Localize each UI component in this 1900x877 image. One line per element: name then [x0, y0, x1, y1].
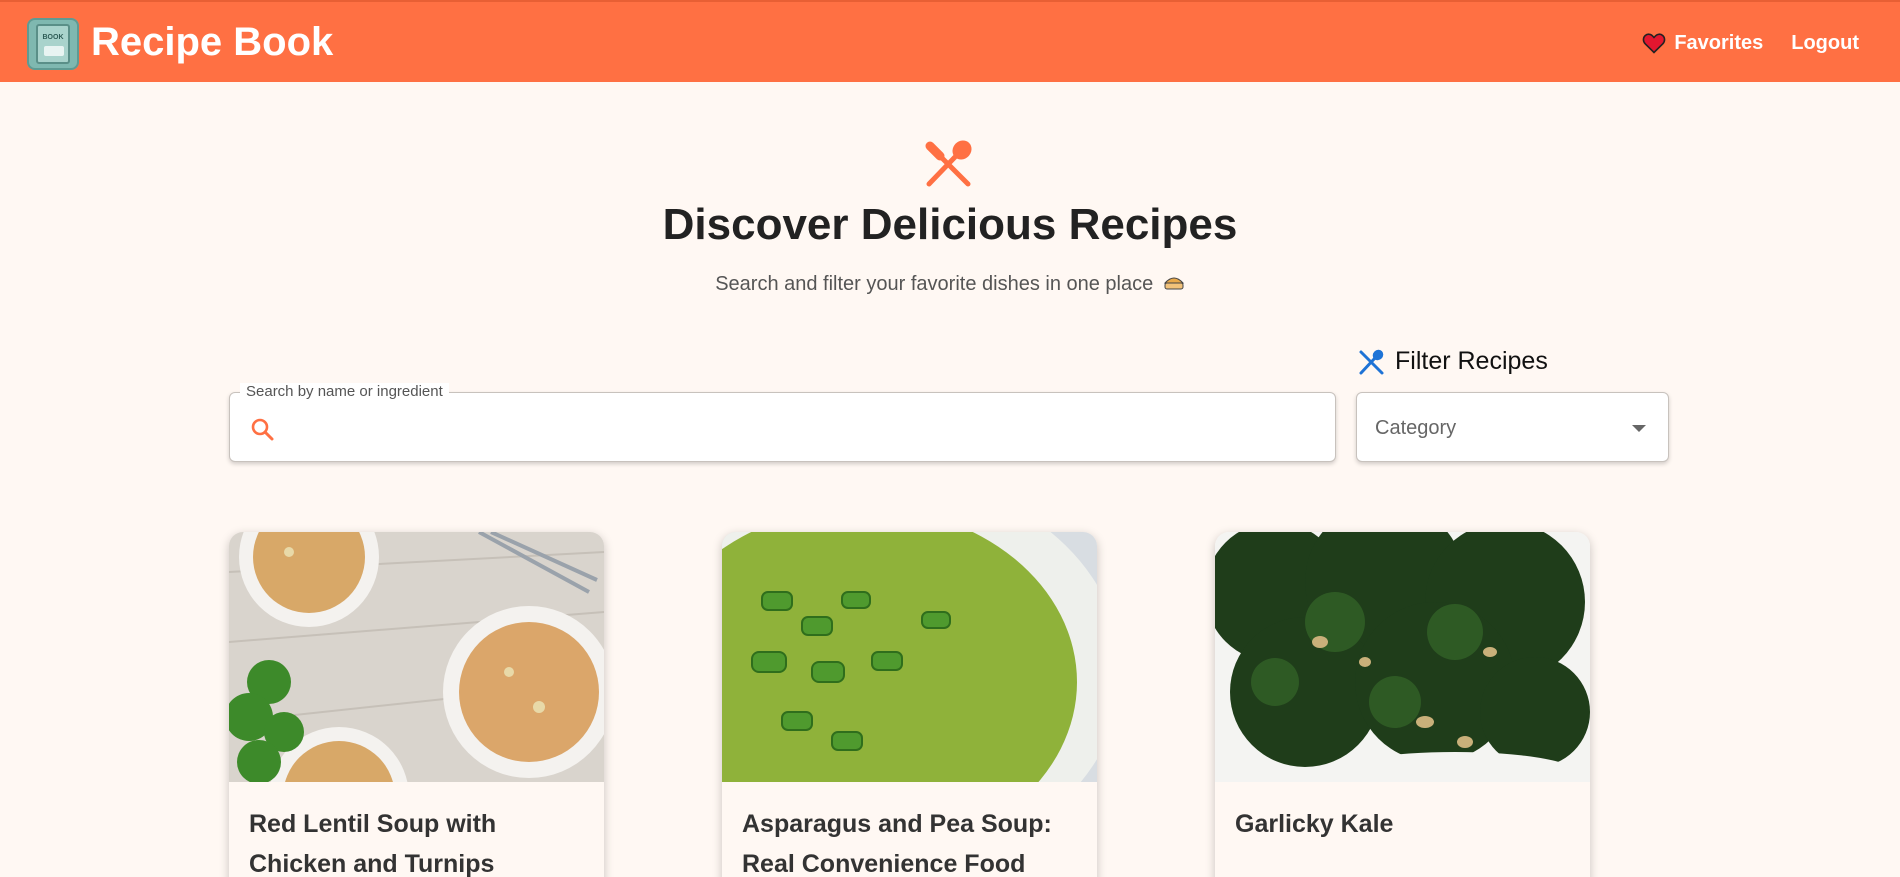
category-select[interactable]: Category: [1356, 392, 1669, 462]
chevron-down-icon: [1632, 425, 1646, 432]
app-title[interactable]: Recipe Book: [91, 20, 333, 65]
pie-emoji-icon: [1163, 277, 1184, 290]
app-bar: BOOK Recipe Book Favorites Logout: [0, 0, 1900, 82]
filter-heading-label: Filter Recipes: [1395, 347, 1548, 375]
red-lentil-soup-photo: [229, 532, 604, 782]
heart-icon: [1642, 33, 1666, 54]
top-nav: Favorites Logout: [1642, 2, 1859, 84]
filter-heading: Filter Recipes: [1357, 347, 1548, 376]
favorites-label: Favorites: [1674, 31, 1764, 54]
logo-text: BOOK: [42, 34, 64, 41]
recipe-title: Garlicky Kale: [1235, 810, 1394, 838]
page-subtitle: Search and filter your favorite dishes i…: [0, 273, 1900, 296]
recipe-card[interactable]: Red Lentil Soup with Chicken and Turnips: [229, 532, 604, 877]
category-placeholder: Category: [1375, 417, 1457, 439]
recipe-title: Asparagus and Pea Soup: Real Convenience…: [742, 810, 1052, 877]
page-title: Discover Delicious Recipes: [662, 200, 1238, 249]
search-field[interactable]: Search by name or ingredient: [229, 383, 1336, 462]
asparagus-pea-soup-photo: [722, 532, 1097, 782]
search-input[interactable]: [290, 407, 1310, 447]
utensils-icon: [1359, 349, 1384, 374]
recipe-card[interactable]: Asparagus and Pea Soup: Real Convenience…: [722, 532, 1097, 877]
favorites-button[interactable]: Favorites: [1642, 32, 1763, 55]
recipe-title: Red Lentil Soup with Chicken and Turnips: [249, 810, 497, 877]
book-logo-icon[interactable]: BOOK: [27, 18, 79, 70]
subtitle-text: Search and filter your favorite dishes i…: [715, 273, 1154, 295]
recipe-card[interactable]: Garlicky Kale: [1215, 532, 1590, 877]
garlicky-kale-photo: [1215, 532, 1590, 782]
search-icon: [251, 418, 274, 441]
logout-button[interactable]: Logout: [1791, 32, 1859, 55]
search-label: Search by name or ingredient: [240, 383, 449, 401]
utensils-icon: [925, 140, 972, 187]
